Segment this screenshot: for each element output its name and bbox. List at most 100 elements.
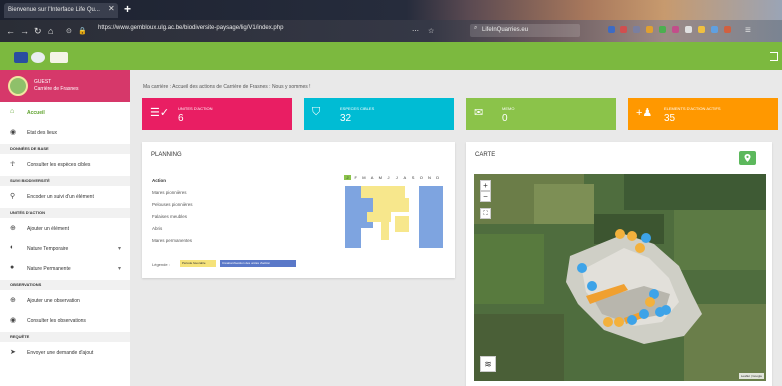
planning-month: N <box>428 175 431 180</box>
zoom-in-button[interactable]: + <box>480 180 491 191</box>
map-marker[interactable] <box>627 315 637 325</box>
plus-circle-icon: ⊕ <box>10 225 16 232</box>
sidebar-item-label: Consulter les observations <box>27 318 86 324</box>
map-marker[interactable] <box>639 309 649 319</box>
sidebar-item[interactable]: ⌂ Accueil <box>0 104 130 122</box>
stat-card-value: 35 <box>664 113 676 124</box>
search-field[interactable]: LifeInQuarries.eu <box>470 24 580 37</box>
planning-month: D <box>436 175 440 180</box>
tab-title: Bienvenue sur l'Interface Life Qu... <box>8 7 100 13</box>
extension-icon[interactable] <box>646 26 653 33</box>
extension-icon[interactable] <box>711 26 718 33</box>
zoom-out-button[interactable]: − <box>480 191 491 202</box>
bookmark-icon[interactable]: ☆ <box>428 27 434 35</box>
plan-bar <box>367 212 391 222</box>
map-marker[interactable] <box>587 281 597 291</box>
user-name: GUEST <box>34 79 52 85</box>
map-marker[interactable] <box>614 317 624 327</box>
planning-panel: PLANNING Action Mares pionnières Pelouses… <box>142 142 455 278</box>
map-marker[interactable] <box>655 307 665 317</box>
sidebar-section-header: UNITÉS D'ACTION <box>0 208 130 218</box>
site-name: Carrière de Frasnes <box>34 86 79 92</box>
planning-month: J <box>387 175 390 180</box>
layers-icon[interactable]: ≋ <box>480 356 496 372</box>
stat-card-value: 0 <box>502 113 508 124</box>
checklist-icon: ☰✓ <box>150 107 170 119</box>
plan-bar <box>381 222 389 240</box>
extension-icon[interactable] <box>620 26 627 33</box>
planning-action: Mares pionnières <box>152 190 187 195</box>
map-marker[interactable] <box>635 243 645 253</box>
sidebar-item[interactable]: ● Nature Permanente ▾ <box>0 260 130 278</box>
map-marker[interactable] <box>603 317 613 327</box>
reload-icon[interactable]: ↻ <box>34 26 42 37</box>
sidebar: GUEST Carrière de Frasnes ⌂ Accueil ◉ Etat … <box>0 70 130 386</box>
planning-month: O <box>419 175 423 180</box>
app-header <box>0 42 782 70</box>
sidebar-section-header: SUIVI BIODIVERSITÉ <box>0 176 130 186</box>
user-profile[interactable]: GUEST Carrière de Frasnes <box>0 70 130 102</box>
sidebar-item[interactable]: ◉ Consulter les observations <box>0 312 130 330</box>
map-title: CARTE <box>475 152 496 158</box>
natura-logo <box>31 52 45 63</box>
extension-icon[interactable] <box>724 26 731 33</box>
stat-card[interactable]: ✉ MEMO 0 <box>466 98 616 130</box>
menu-icon[interactable]: ≡ <box>745 25 751 36</box>
browser-tab[interactable]: Bienvenue sur l'Interface Life Qu... <box>4 3 118 18</box>
sidebar-section-header: DONNÉES DE BASE <box>0 144 130 154</box>
planning-month: J <box>395 175 398 180</box>
stat-card[interactable]: ⛉ ESPECES CIBLES 32 <box>304 98 454 130</box>
sidebar-item[interactable]: ◉ Etat des lieux <box>0 124 130 142</box>
planning-action: Abris <box>152 226 163 231</box>
extension-icon[interactable] <box>608 26 615 33</box>
map-marker[interactable] <box>627 231 637 241</box>
map-marker[interactable] <box>615 229 625 239</box>
map-marker[interactable] <box>641 233 651 243</box>
map-marker[interactable] <box>577 263 587 273</box>
satellite-map[interactable]: + − ⛶ ≋ Leaflet | Google <box>474 174 766 381</box>
extension-icon[interactable] <box>698 26 705 33</box>
home-icon[interactable]: ⌂ <box>48 26 53 36</box>
search-icon: ⌕ <box>474 25 478 31</box>
extension-icon[interactable] <box>659 26 666 33</box>
home-icon: ⌂ <box>10 108 15 115</box>
sidebar-item[interactable]: ⊕ Ajouter une observation <box>0 292 130 310</box>
sidebar-item[interactable]: ➤ Envoyer une demande d'ajout <box>0 344 130 362</box>
url-field[interactable]: https://www.gembloux.ulg.ac.be/biodivers… <box>98 25 283 31</box>
sidebar-item[interactable]: ◐ Nature Temporaire ▾ <box>0 240 130 258</box>
fullscreen-icon[interactable]: ⛶ <box>480 208 491 219</box>
shield-icon: ⛉ <box>312 106 321 118</box>
add-person-icon: +♟ <box>636 107 653 119</box>
stat-card[interactable]: ☰✓ UNITES D'ACTION 6 <box>142 98 292 130</box>
search-field-text: LifeInQuarries.eu <box>482 27 529 33</box>
extension-icon[interactable] <box>685 26 692 33</box>
stat-card-label: MEMO <box>502 106 515 111</box>
new-tab-icon[interactable]: + <box>124 2 131 16</box>
extension-icon[interactable] <box>672 26 679 33</box>
planning-month: F <box>354 175 357 180</box>
shield-icon[interactable]: ⊙ <box>66 27 72 35</box>
sidebar-item[interactable]: ☥ Consulter les espèces cibles <box>0 156 130 174</box>
stat-card[interactable]: +♟ ELEMENTS D'ACTION ACTIFS 35 <box>628 98 778 130</box>
circle-icon: ● <box>10 264 15 271</box>
sidebar-item[interactable]: ⚲ Encoder un suivi d'un élément <box>0 188 130 206</box>
map-marker[interactable] <box>645 297 655 307</box>
sidebar-item[interactable]: ⊕ Ajouter un élément <box>0 220 130 238</box>
back-icon[interactable]: ← <box>6 26 15 36</box>
stat-card-label: ESPECES CIBLES <box>340 106 375 111</box>
extension-icon[interactable] <box>633 26 640 33</box>
browser-tab-bar: Bienvenue sur l'Interface Life Qu... ✕ + <box>0 0 782 20</box>
species-icon: ☥ <box>10 161 16 168</box>
legend-label: Légende : <box>152 262 170 267</box>
map-location-button[interactable] <box>739 151 756 165</box>
planning-month: M <box>378 175 382 180</box>
walker-icon: ⚲ <box>10 193 16 200</box>
sidebar-item-label: Etat des lieux <box>27 130 58 136</box>
forward-icon[interactable]: → <box>20 26 29 36</box>
planning-title: PLANNING <box>151 152 182 158</box>
logout-icon[interactable] <box>770 52 778 61</box>
half-circle-icon: ◐ <box>10 244 15 251</box>
stat-card-label: ELEMENTS D'ACTION ACTIFS <box>664 106 721 111</box>
page-actions-icon[interactable]: ⋯ <box>412 27 419 35</box>
close-tab-icon[interactable]: ✕ <box>108 4 115 13</box>
